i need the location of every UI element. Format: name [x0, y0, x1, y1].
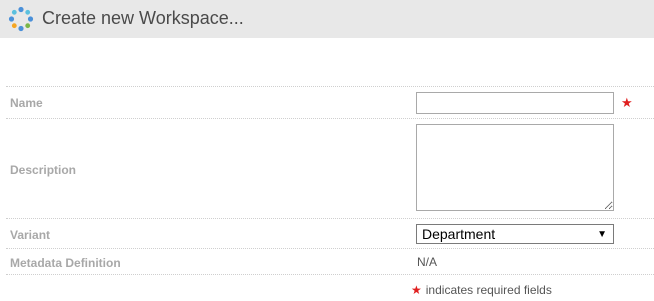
- description-label: Description: [10, 163, 77, 177]
- description-textarea[interactable]: [416, 124, 614, 211]
- name-label: Name: [10, 96, 43, 110]
- dropdown-arrow-icon[interactable]: ▼: [597, 226, 607, 243]
- form-row-variant: Variant Department ▼: [6, 218, 654, 248]
- required-star-icon: ★: [621, 95, 633, 110]
- workspace-logo-icon: [8, 6, 34, 32]
- name-input[interactable]: [416, 92, 614, 114]
- dialog-header: Create new Workspace...: [0, 0, 654, 38]
- form-row-metadata-definition: Metadata Definition N/A: [6, 248, 654, 275]
- variant-label: Variant: [10, 228, 51, 242]
- form-row-name: Name ★: [6, 86, 654, 118]
- form-row-description: Description: [6, 118, 654, 218]
- dialog-title: Create new Workspace...: [42, 8, 244, 28]
- required-fields-note: ★ indicates required fields: [411, 283, 552, 297]
- variant-select[interactable]: Department ▼: [416, 224, 614, 244]
- required-star-icon: ★: [411, 283, 422, 297]
- required-fields-text: indicates required fields: [425, 283, 552, 297]
- metadata-definition-value: N/A: [417, 255, 438, 269]
- variant-selected-value: Department: [422, 226, 496, 242]
- metadata-definition-label: Metadata Definition: [10, 256, 121, 270]
